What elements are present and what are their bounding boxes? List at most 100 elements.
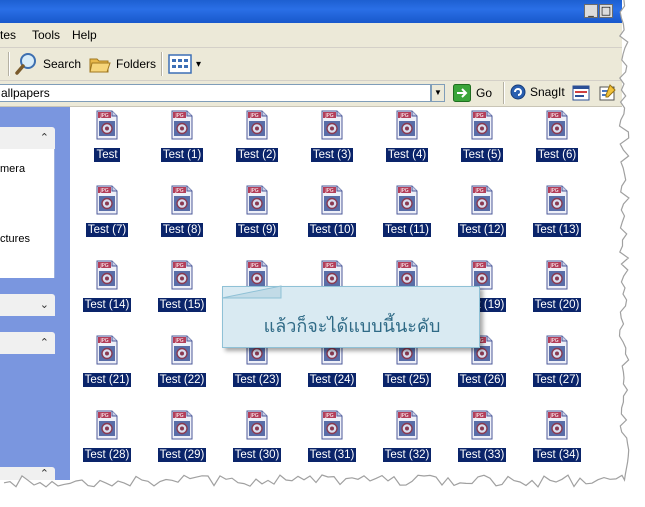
callout-text: แล้วก็จะได้แบบนี้นะคับ <box>263 316 441 337</box>
capture-window-icon[interactable] <box>572 85 590 101</box>
file-name: Test (2) <box>235 148 279 162</box>
jpg-badge: JPG <box>399 413 408 419</box>
file-item[interactable]: JPG Test (4) <box>372 107 442 167</box>
file-item[interactable]: JPG Test <box>72 107 142 167</box>
jpg-file-icon: JPG <box>171 260 193 290</box>
file-item[interactable]: JPG Test (21) <box>72 332 142 392</box>
search-button[interactable]: Search <box>15 52 81 76</box>
file-item[interactable]: JPG Test (6) <box>522 107 592 167</box>
file-item[interactable]: JPG Test (10) <box>297 182 367 242</box>
file-item[interactable]: JPG Test (13) <box>522 182 592 242</box>
address-dropdown-button[interactable]: ▼ <box>431 84 445 102</box>
file-name: Test (31) <box>307 448 357 462</box>
menu-tools[interactable]: Tools <box>32 28 60 42</box>
file-name: Test (34) <box>532 448 582 462</box>
jpg-badge: JPG <box>324 263 333 269</box>
folders-button[interactable]: Folders <box>88 52 156 76</box>
file-item[interactable]: JPG Test (8) <box>147 182 217 242</box>
file-item[interactable]: JPG Test (30) <box>222 407 292 467</box>
jpg-badge: JPG <box>99 338 108 344</box>
menu-favorites[interactable]: tes <box>0 28 16 42</box>
explorer-window: _ □ tes Tools Help Search Folders ▾ allp… <box>0 0 622 480</box>
place-item-camera[interactable]: mera <box>0 163 25 175</box>
file-item[interactable]: JPG Test (12) <box>447 182 517 242</box>
jpg-badge: JPG <box>174 113 183 119</box>
jpg-file-icon: JPG <box>396 185 418 215</box>
file-item[interactable]: JPG Test (34) <box>522 407 592 467</box>
file-item[interactable]: JPG Test (20) <box>522 257 592 317</box>
collapse-chevron-icon[interactable]: ⌃ <box>40 131 49 144</box>
file-item[interactable]: JPG Test (27) <box>522 332 592 392</box>
jpg-file-icon: JPG <box>171 185 193 215</box>
file-item[interactable]: JPG Test (2) <box>222 107 292 167</box>
file-item[interactable]: JPG Test (11) <box>372 182 442 242</box>
file-item[interactable]: JPG Test (1) <box>147 107 217 167</box>
jpg-badge: JPG <box>324 188 333 194</box>
jpg-badge: JPG <box>99 188 108 194</box>
jpg-badge: JPG <box>549 263 558 269</box>
file-item[interactable]: JPG Test (15) <box>147 257 217 317</box>
file-item[interactable]: JPG Test (28) <box>72 407 142 467</box>
file-item[interactable]: JPG Test (5) <box>447 107 517 167</box>
file-name: Test (11) <box>383 223 431 237</box>
go-button[interactable]: Go <box>453 84 492 102</box>
jpg-file-icon: JPG <box>471 185 493 215</box>
file-name: Test (20) <box>532 298 582 312</box>
jpg-file-icon: JPG <box>546 185 568 215</box>
file-name: Test (9) <box>235 223 279 237</box>
folders-label: Folders <box>116 57 157 71</box>
file-name: Test (15) <box>157 298 207 312</box>
file-item[interactable]: JPG Test (7) <box>72 182 142 242</box>
file-name: Test (5) <box>460 148 504 162</box>
file-item[interactable]: JPG Test (9) <box>222 182 292 242</box>
views-grid-icon <box>168 54 192 74</box>
snagit-label: SnagIt <box>530 85 565 99</box>
jpg-badge: JPG <box>549 188 558 194</box>
file-name: Test (22) <box>157 373 207 387</box>
expand-chevron-icon[interactable]: ⌄ <box>40 298 49 311</box>
jpg-file-icon: JPG <box>321 185 343 215</box>
jpg-badge: JPG <box>249 188 258 194</box>
file-name: Test (29) <box>157 448 207 462</box>
capture-edit-icon[interactable] <box>598 84 616 102</box>
file-item[interactable]: JPG Test (32) <box>372 407 442 467</box>
collapse-chevron-icon[interactable]: ⌃ <box>40 467 49 480</box>
file-item[interactable]: JPG Test (22) <box>147 332 217 392</box>
collapse-chevron-icon[interactable]: ⌃ <box>40 336 49 349</box>
views-button[interactable]: ▾ <box>168 52 201 76</box>
go-arrow-icon <box>453 84 471 102</box>
address-separator <box>503 82 505 104</box>
maximize-button[interactable]: □ <box>599 4 613 18</box>
toolbar-separator <box>8 52 10 76</box>
jpg-file-icon: JPG <box>171 110 193 140</box>
jpg-file-icon: JPG <box>546 335 568 365</box>
file-name: Test (25) <box>382 373 432 387</box>
jpg-badge: JPG <box>99 263 108 269</box>
file-name: Test (6) <box>535 148 579 162</box>
jpg-file-icon: JPG <box>546 410 568 440</box>
file-item[interactable]: JPG Test (3) <box>297 107 367 167</box>
jpg-badge: JPG <box>549 413 558 419</box>
jpg-file-icon: JPG <box>171 335 193 365</box>
file-item[interactable]: JPG Test (33) <box>447 407 517 467</box>
panel-header-system[interactable]: ⌃ <box>0 127 55 149</box>
panel-header-bottom[interactable]: ⌃ <box>0 467 55 480</box>
jpg-file-icon: JPG <box>321 410 343 440</box>
file-name: Test (12) <box>457 223 507 237</box>
panel-header-details[interactable]: ⌄ <box>0 294 55 316</box>
address-input[interactable]: allpapers <box>0 84 431 102</box>
snagit-button[interactable]: SnagIt <box>510 84 565 100</box>
file-item[interactable]: JPG Test (14) <box>72 257 142 317</box>
menu-help[interactable]: Help <box>72 28 97 42</box>
file-item[interactable]: JPG Test (31) <box>297 407 367 467</box>
minimize-button[interactable]: _ <box>584 4 598 18</box>
jpg-file-icon: JPG <box>171 410 193 440</box>
file-name: Test (30) <box>232 448 282 462</box>
panel-header-other[interactable]: ⌃ <box>0 332 55 354</box>
jpg-badge: JPG <box>474 413 483 419</box>
file-name: Test (23) <box>232 373 282 387</box>
title-bar[interactable]: _ □ <box>0 0 622 23</box>
jpg-file-icon: JPG <box>246 185 268 215</box>
place-item-pictures[interactable]: ctures <box>0 233 30 245</box>
file-item[interactable]: JPG Test (29) <box>147 407 217 467</box>
